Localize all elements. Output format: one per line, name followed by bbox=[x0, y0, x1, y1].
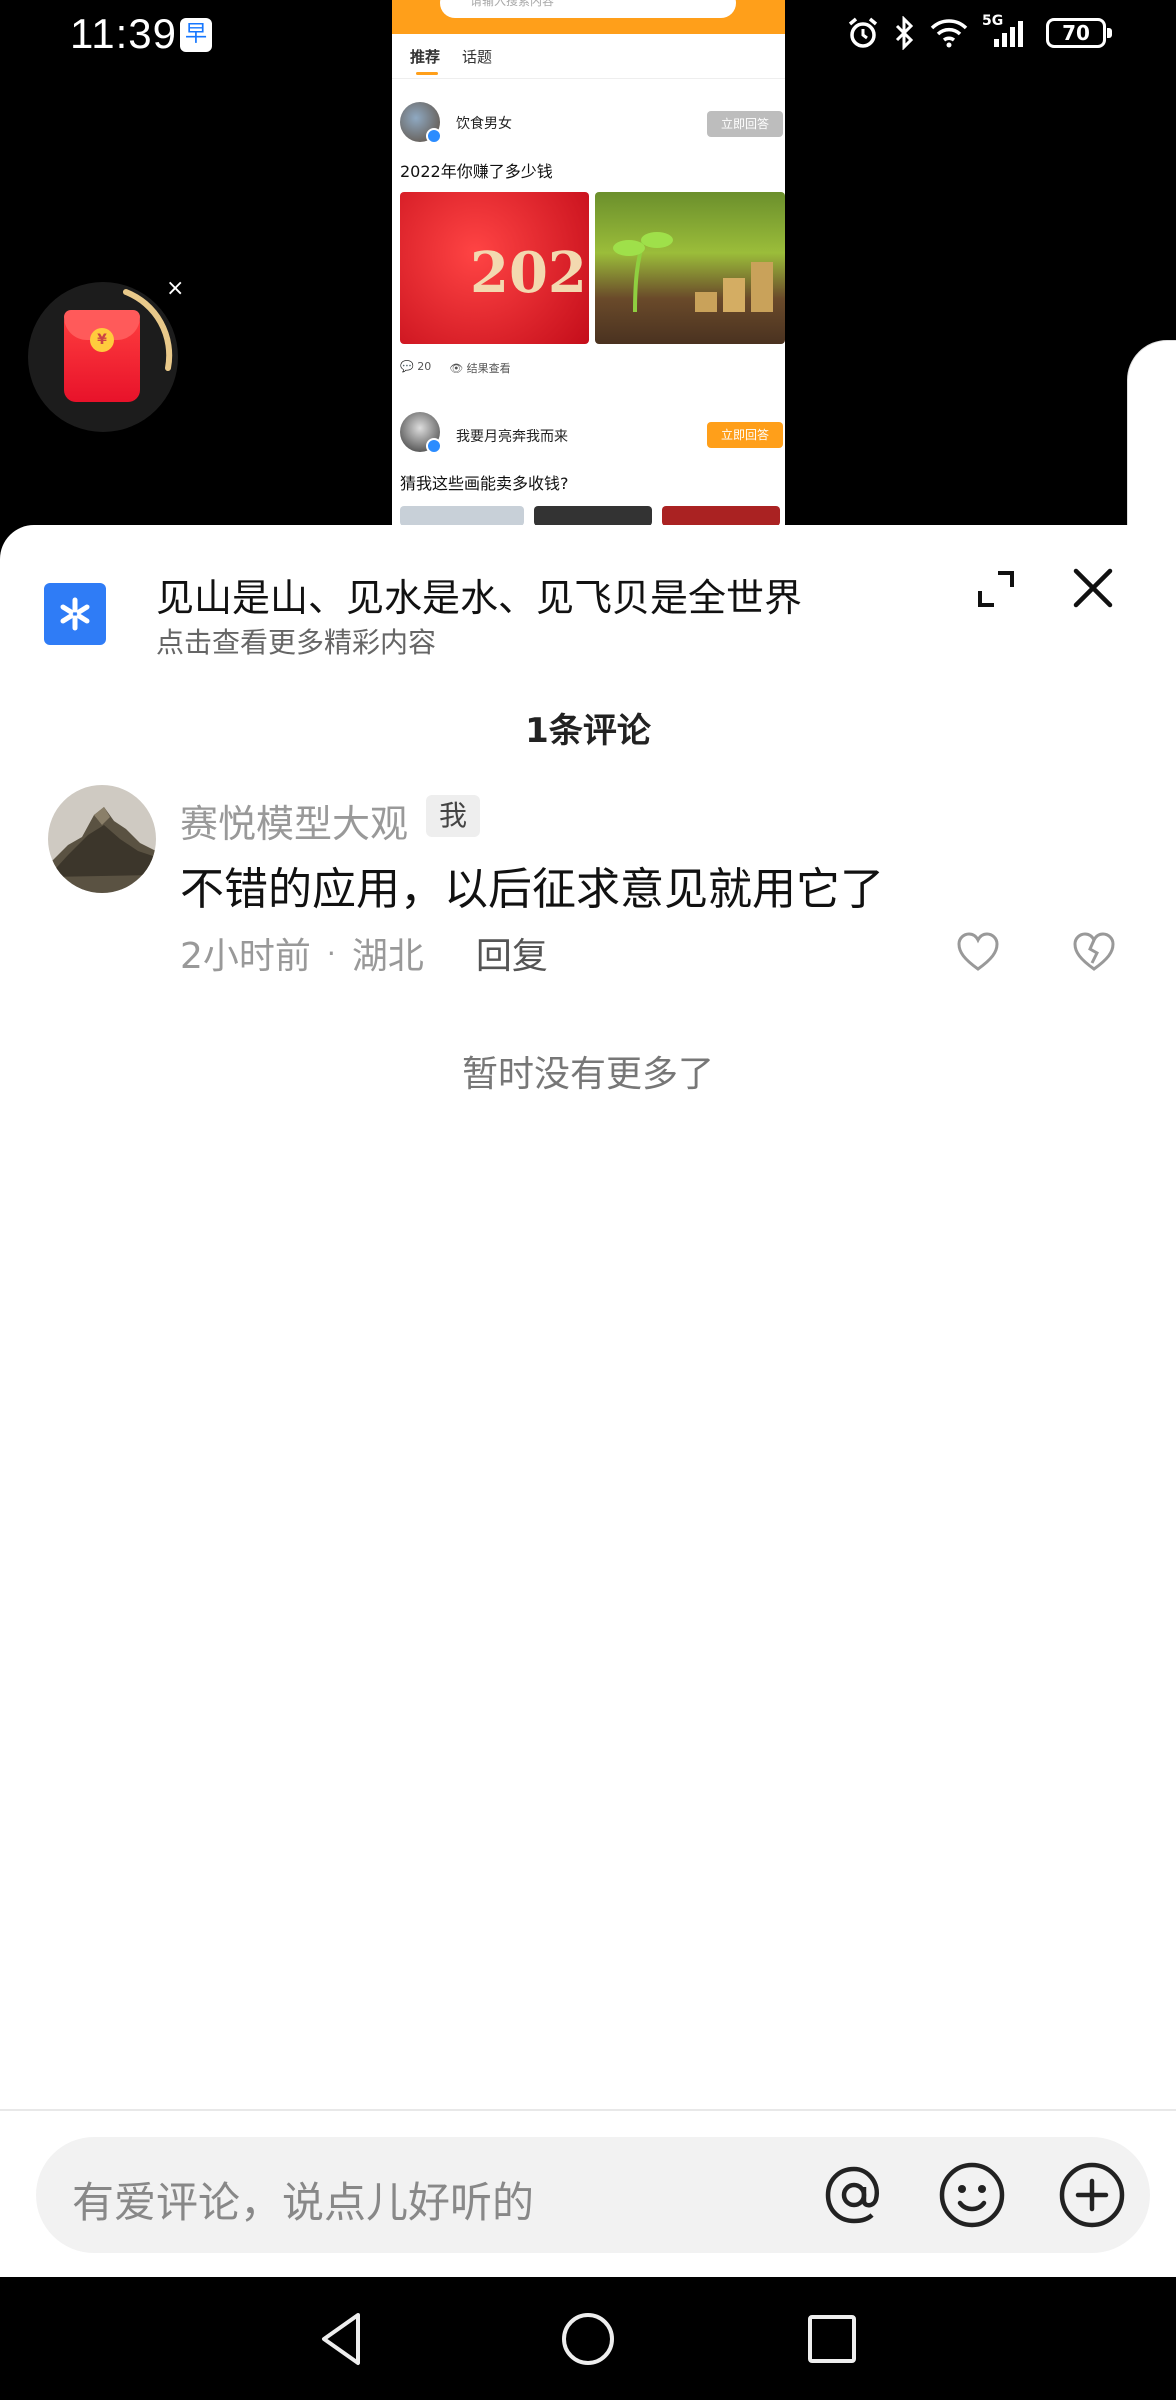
comment-input-bar[interactable]: 有爱评论，说点儿好听的 bbox=[36, 2137, 1150, 2253]
comment-count-title: 1条评论 bbox=[525, 711, 651, 751]
red-packet-close-icon[interactable]: × bbox=[166, 276, 184, 301]
verified-badge-icon bbox=[426, 438, 442, 454]
verified-badge-icon bbox=[426, 128, 442, 144]
comment-time: 2小时前 bbox=[180, 936, 311, 977]
app-logo-icon bbox=[44, 583, 106, 645]
mini-post-question: 猜我这些画能卖多收钱? bbox=[400, 474, 569, 493]
close-icon[interactable] bbox=[1068, 563, 1118, 613]
mini-comment-count: 💬 20 bbox=[400, 360, 432, 373]
sheet-header[interactable]: 见山是山、见水是水、见飞贝是全世界 点击查看更多精彩内容 bbox=[0, 525, 1176, 665]
sheet-subtitle[interactable]: 点击查看更多精彩内容 bbox=[156, 621, 436, 661]
mini-post-thumb bbox=[400, 506, 524, 525]
input-divider bbox=[0, 2109, 1176, 2111]
smiley-icon[interactable] bbox=[936, 2159, 1008, 2231]
mini-comment-count-value: 20 bbox=[417, 360, 432, 373]
system-icons: 5G 70 bbox=[846, 13, 1112, 50]
battery-indicator: 70 bbox=[1046, 18, 1112, 48]
at-icon[interactable] bbox=[818, 2159, 890, 2231]
coin-icon: ¥ bbox=[90, 328, 114, 352]
mini-view-results[interactable]: 👁 结果查看 bbox=[449, 360, 510, 376]
mini-search-bar: 请输入搜索内容 bbox=[392, 0, 785, 34]
mini-avatar bbox=[400, 102, 442, 144]
bluetooth-icon bbox=[895, 16, 914, 50]
wifi-icon bbox=[930, 19, 968, 48]
comment-location: 湖北 bbox=[351, 936, 424, 977]
broken-heart-icon[interactable] bbox=[1072, 931, 1116, 973]
mini-image-text: 202 bbox=[470, 240, 587, 306]
mini-post-user: 饮食男女 bbox=[456, 116, 512, 132]
status-time: 11:39 bbox=[70, 10, 177, 57]
comment-sheet: 见山是山、见水是水、见飞贝是全世界 点击查看更多精彩内容 1条评论 赛悦模型大观… bbox=[0, 525, 1176, 2277]
me-badge: 我 bbox=[426, 795, 480, 837]
commenter-name[interactable]: 赛悦模型大观 bbox=[180, 793, 408, 848]
mini-post-meta: 💬 20 👁 结果查看 bbox=[400, 360, 511, 376]
expand-icon[interactable] bbox=[972, 565, 1020, 613]
mini-tab-topics[interactable]: 话题 bbox=[462, 46, 492, 67]
mini-post-question: 2022年你赚了多少钱 bbox=[400, 162, 553, 181]
notification-app-icon: 早 bbox=[180, 18, 212, 52]
recents-square-icon[interactable] bbox=[800, 2307, 864, 2371]
no-more-text: 暂时没有更多了 bbox=[461, 1054, 714, 1095]
alarm-icon bbox=[848, 17, 878, 48]
mini-divider bbox=[392, 78, 785, 79]
red-packet-widget[interactable]: ¥ bbox=[28, 282, 178, 432]
red-packet-icon: ¥ bbox=[64, 310, 140, 402]
system-nav-bar bbox=[0, 2277, 1176, 2400]
cell-signal-icon: 5G bbox=[982, 13, 1032, 49]
mini-post-image-coins bbox=[595, 192, 785, 344]
heart-icon[interactable] bbox=[956, 931, 1000, 973]
mini-post-thumb bbox=[534, 506, 652, 525]
comment-item[interactable]: 赛悦模型大观 我 不错的应用，以后征求意见就用它了 2小时前 · 湖北 回复 bbox=[0, 785, 1176, 977]
sheet-title[interactable]: 见山是山、见水是水、见飞贝是全世界 bbox=[156, 567, 802, 622]
mini-answer-button[interactable]: 立即回答 bbox=[707, 422, 783, 448]
mini-tabs: 推荐 话题 bbox=[410, 46, 492, 75]
home-circle-icon[interactable] bbox=[556, 2307, 620, 2371]
back-triangle-icon[interactable] bbox=[310, 2307, 374, 2371]
comment-input[interactable]: 有爱评论，说点儿好听的 bbox=[72, 2169, 534, 2230]
mini-view-results-label: 结果查看 bbox=[466, 362, 511, 375]
background-app-preview[interactable]: 请输入搜索内容 推荐 话题 饮食男女 立即回答 2022年你赚了多少钱 202 … bbox=[392, 0, 785, 525]
mini-post-user: 我要月亮奔我而来 bbox=[456, 429, 568, 445]
comment-meta: 2小时前 · 湖北 回复 bbox=[180, 927, 548, 979]
mini-answer-button[interactable]: 立即回答 bbox=[707, 111, 783, 137]
plus-icon[interactable] bbox=[1056, 2159, 1128, 2231]
comment-text: 不错的应用，以后征求意见就用它了 bbox=[180, 864, 884, 915]
meta-separator: · bbox=[326, 936, 336, 970]
reply-button[interactable]: 回复 bbox=[476, 927, 548, 979]
mini-tab-recommend[interactable]: 推荐 bbox=[410, 46, 440, 75]
mini-post-thumb bbox=[662, 506, 780, 525]
mini-search-input[interactable]: 请输入搜索内容 bbox=[440, 0, 736, 18]
avatar[interactable] bbox=[48, 785, 156, 893]
mini-avatar bbox=[400, 412, 442, 454]
mini-post-image-2022: 202 bbox=[400, 192, 589, 344]
